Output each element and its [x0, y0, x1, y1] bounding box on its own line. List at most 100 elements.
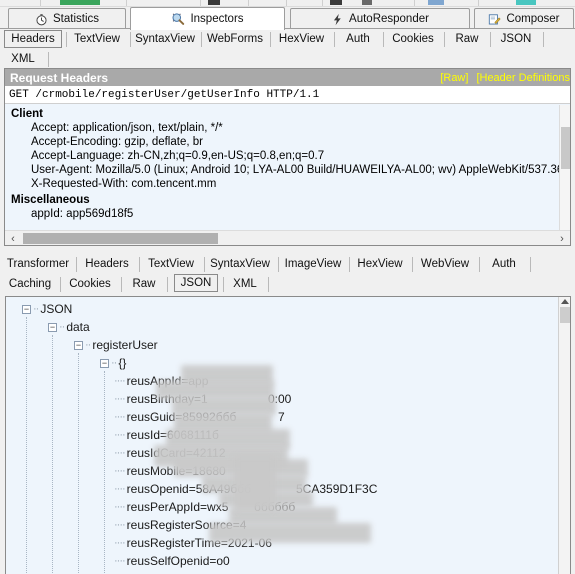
tree-connector: ···· [114, 393, 126, 405]
hscroll-thumb[interactable] [23, 233, 218, 244]
subtab-json[interactable]: JSON [494, 30, 538, 48]
toolbar-separator [126, 0, 127, 6]
scroll-up-arrow-icon[interactable] [561, 299, 569, 304]
rsubtab-transformer-label: Transformer [6, 258, 70, 270]
subtab-xml[interactable]: XML [4, 50, 42, 68]
rsubtab-textview-label: TextView [148, 258, 194, 270]
expander-minus-icon[interactable]: − [100, 358, 109, 368]
json-tree-panel[interactable]: − ·· JSON − ·· data − ·· registerUser − … [5, 296, 571, 574]
header-row-user-agent: User-Agent: Mozilla/5.0 (Linux; Android … [31, 164, 570, 176]
expander-minus-icon[interactable]: − [22, 304, 31, 314]
toolbar-green-chip [60, 0, 100, 5]
header-row-x-requested-with: X-Requested-With: com.tencent.mm [31, 178, 217, 190]
subtab-divider [270, 32, 271, 47]
rsubtab-hexview-label: HexView [357, 258, 403, 270]
tab-inspectors[interactable]: Inspectors [130, 7, 285, 30]
tab-autoresponder[interactable]: AutoResponder [290, 8, 470, 29]
toolbar-blue-chip [428, 0, 444, 5]
subtab-hexview[interactable]: HexView [274, 30, 329, 48]
rsubtab-cookies[interactable]: Cookies [64, 275, 116, 293]
subtab-divider [543, 32, 544, 47]
tree-connector: ···· [114, 555, 126, 567]
expander-minus-icon[interactable]: − [74, 340, 83, 350]
json-vscroll-thumb[interactable] [560, 307, 570, 323]
subtab-divider [130, 32, 131, 47]
request-headers-body: Client Accept: application/json, text/pl… [5, 105, 570, 230]
request-headers-titlebar: Request Headers [Raw] [Header Definition… [5, 69, 570, 86]
rsubtab-transformer[interactable]: Transformer [4, 255, 72, 273]
rsubtab-textview[interactable]: TextView [143, 255, 199, 273]
subtab-headers[interactable]: Headers [4, 30, 62, 48]
tree-connector: ···· [114, 537, 126, 549]
tree-connector: ···· [114, 375, 126, 387]
subtab-cookies[interactable]: Cookies [387, 30, 439, 48]
tree-node-registeruser[interactable]: − ·· registerUser [6, 336, 570, 354]
fiddler-window: Statistics Inspectors AutoResponder Comp… [0, 0, 575, 574]
lightning-icon [331, 13, 344, 26]
tree-leaf-reussex[interactable]: ···· reusSex=1 [6, 570, 570, 574]
rsubtab-xml[interactable]: XML [227, 275, 263, 293]
rsubtab-divider [223, 277, 224, 292]
subtab-syntaxview[interactable]: SyntaxView [134, 30, 196, 48]
subtab-divider [66, 32, 67, 47]
request-headers-horizontal-scrollbar[interactable]: ‹ › [5, 230, 570, 245]
request-headers-title: Request Headers [10, 70, 109, 85]
tree-leaf-reusappid[interactable]: ···· reusAppId=app [6, 372, 570, 390]
rsubtab-webview[interactable]: WebView [416, 255, 474, 273]
request-headers-vertical-scrollbar[interactable] [559, 105, 570, 230]
raw-link[interactable]: [Raw] [440, 72, 468, 84]
json-vertical-scrollbar[interactable] [558, 297, 570, 574]
tree-node-label: {} [118, 356, 127, 370]
rsubtab-divider [278, 257, 279, 272]
request-headers-vscroll-thumb[interactable] [561, 127, 570, 169]
compose-icon [488, 13, 502, 26]
rsubtab-hexview[interactable]: HexView [353, 255, 407, 273]
tree-connector: ·· [111, 357, 117, 369]
tree-node-data[interactable]: − ·· data [6, 318, 570, 336]
subtab-raw[interactable]: Raw [448, 30, 486, 48]
rsubtab-raw[interactable]: Raw [125, 275, 163, 293]
rsubtab-imageview[interactable]: ImageView [282, 255, 344, 273]
tree-connector: ···· [114, 465, 126, 477]
tree-node-object[interactable]: − ·· {} [6, 354, 570, 372]
rsubtab-headers[interactable]: Headers [80, 255, 134, 273]
header-row-accept: Accept: application/json, text/plain, */… [31, 122, 223, 134]
rsubtab-caching[interactable]: Caching [4, 275, 56, 293]
hscroll-left-arrow-icon[interactable]: ‹ [6, 231, 20, 245]
tree-leaf-reusselfopenid[interactable]: ···· reusSelfOpenid=o0 [6, 552, 570, 570]
subtab-xml-label: XML [11, 53, 35, 65]
rsubtab-divider [412, 257, 413, 272]
tab-composer[interactable]: Composer [474, 8, 574, 29]
rsubtab-json-label: JSON [180, 277, 212, 289]
expander-minus-icon[interactable]: − [48, 322, 57, 332]
subtab-textview[interactable]: TextView [70, 30, 124, 48]
rsubtab-json[interactable]: JSON [174, 274, 218, 292]
redaction-overlay [234, 455, 276, 511]
subtab-divider [383, 32, 384, 47]
tree-connector: ···· [114, 411, 126, 423]
tab-autoresponder-label: AutoResponder [349, 13, 429, 25]
rsubtab-auth[interactable]: Auth [483, 255, 525, 273]
subtab-syntaxview-label: SyntaxView [135, 33, 195, 45]
subtab-cookies-label: Cookies [392, 33, 434, 45]
subtab-webforms[interactable]: WebForms [205, 30, 265, 48]
hscroll-right-arrow-icon[interactable]: › [555, 231, 569, 245]
tree-node-json[interactable]: − ·· JSON [6, 300, 570, 318]
tree-connector: ···· [114, 447, 126, 459]
toolbar-separator [40, 0, 41, 6]
tree-leaf-reusbirthday[interactable]: ···· reusBirthday=1 0:00 [6, 390, 570, 408]
tree-leaf-reusguid[interactable]: ···· reusGuid=85992ббб 7 [6, 408, 570, 426]
subtab-auth-label: Auth [346, 33, 370, 45]
rsubtab-syntaxview[interactable]: SyntaxView [208, 255, 272, 273]
tab-statistics[interactable]: Statistics [8, 8, 126, 29]
rsubtab-caching-label: Caching [8, 278, 52, 290]
rsubtab-divider [349, 257, 350, 272]
toolbar-separator [414, 0, 415, 6]
redaction-overlay [209, 523, 371, 543]
rsubtab-headers-label: Headers [85, 258, 129, 270]
subtab-auth[interactable]: Auth [338, 30, 378, 48]
header-definitions-link[interactable]: [Header Definitions [476, 72, 570, 84]
request-line: GET /crmobile/registerUser/getUserInfo H… [5, 86, 570, 104]
tree-node-value-tail: 7 [278, 410, 285, 424]
tab-statistics-label: Statistics [52, 13, 99, 25]
